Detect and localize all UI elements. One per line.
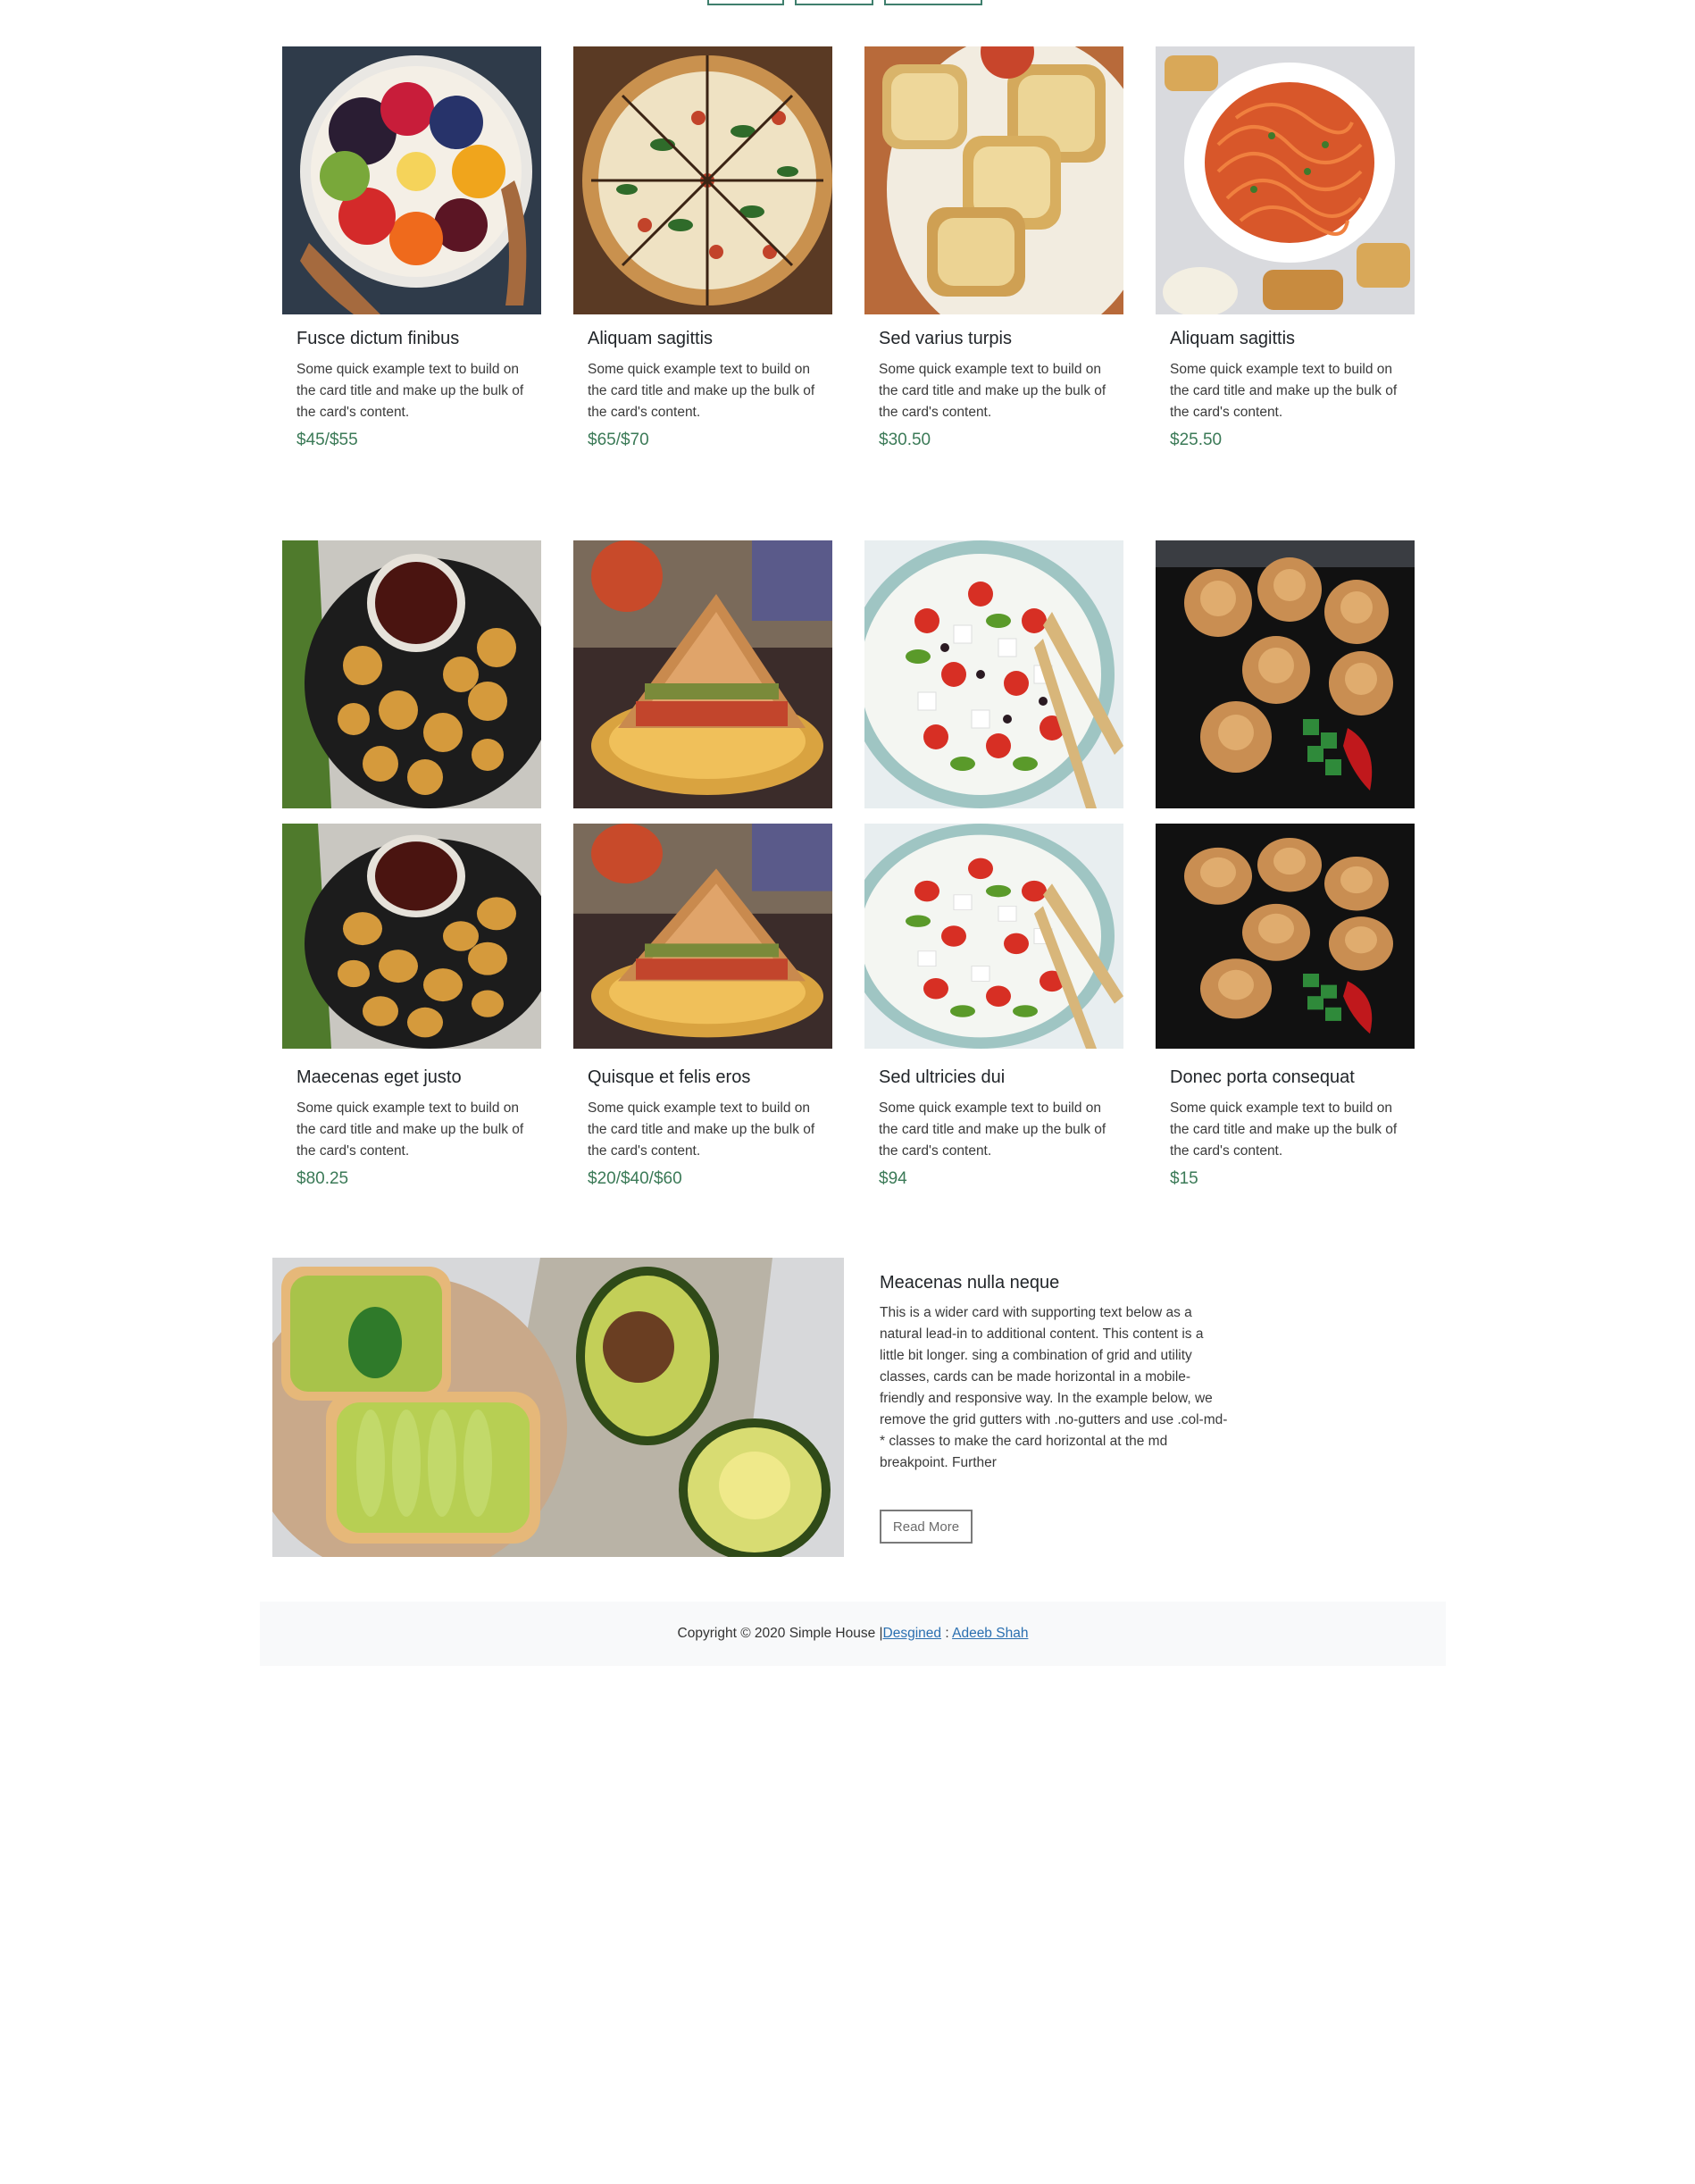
menu-card[interactable]: Sed varius turpis Some quick example tex… xyxy=(864,46,1123,466)
chicken-nuggets-image xyxy=(282,824,541,1049)
card-description: Some quick example text to build on the … xyxy=(1170,362,1398,420)
menu-card[interactable]: Maecenas eget justo Some quick example t… xyxy=(282,540,541,1201)
category-tab-3[interactable] xyxy=(884,0,982,5)
footer-copyright: Copyright © 2020 Simple House | xyxy=(677,1626,883,1641)
menu-card[interactable]: Donec porta consequat Some quick example… xyxy=(1156,540,1415,1201)
card-description: Some quick example text to build on the … xyxy=(879,362,1106,420)
greek-salad-image xyxy=(864,824,1123,1049)
wide-card-title: Meacenas nulla neque xyxy=(880,1273,1060,1293)
category-tab-1[interactable] xyxy=(707,0,784,5)
card-price: $25.50 xyxy=(1170,431,1223,449)
avocado-toast-image xyxy=(272,1258,844,1557)
category-tab-2[interactable] xyxy=(795,0,873,5)
spaghetti-image xyxy=(1156,46,1415,314)
card-description: Some quick example text to build on the … xyxy=(1170,1100,1398,1159)
card-description: Some quick example text to build on the … xyxy=(588,362,815,420)
sandwich-image xyxy=(573,824,832,1049)
momos-image xyxy=(1156,824,1415,1049)
sandwich-image xyxy=(573,540,832,808)
card-title: Sed ultricies dui xyxy=(879,1067,1006,1087)
card-price: $45/$55 xyxy=(296,431,358,449)
card-description: Some quick example text to build on the … xyxy=(879,1100,1106,1159)
read-more-button[interactable]: Read More xyxy=(880,1510,973,1544)
card-title: Maecenas eget justo xyxy=(296,1067,462,1087)
footer: Copyright © 2020 Simple House |Desgined … xyxy=(260,1602,1446,1666)
card-price: $20/$40/$60 xyxy=(588,1169,682,1188)
author-link[interactable]: Adeeb Shah xyxy=(952,1626,1028,1641)
menu-card[interactable]: Aliquam sagittis Some quick example text… xyxy=(1156,46,1415,466)
wide-card-text: This is a wider card with supporting tex… xyxy=(880,1305,1228,1470)
card-title: Donec porta consequat xyxy=(1170,1067,1355,1087)
page: Fusce dictum finibus Some quick example … xyxy=(0,0,1695,2184)
card-description: Some quick example text to build on the … xyxy=(296,362,524,420)
card-description: Some quick example text to build on the … xyxy=(588,1100,815,1159)
card-price: $94 xyxy=(879,1169,907,1188)
garlic-bread-image xyxy=(864,46,1123,314)
card-price: $15 xyxy=(1170,1169,1198,1188)
card-title: Quisque et felis eros xyxy=(588,1067,751,1087)
card-price: $30.50 xyxy=(879,431,931,449)
designed-link[interactable]: Desgined xyxy=(883,1626,942,1641)
card-title: Sed varius turpis xyxy=(879,329,1012,348)
footer-separator: : xyxy=(941,1626,953,1641)
card-title: Aliquam sagittis xyxy=(1170,329,1296,348)
menu-card[interactable]: Aliquam sagittis Some quick example text… xyxy=(573,46,832,466)
momos-image xyxy=(1156,540,1415,808)
pizza-image xyxy=(573,46,832,314)
chicken-nuggets-image xyxy=(282,540,541,808)
card-price: $80.25 xyxy=(296,1169,349,1188)
menu-card[interactable]: Sed ultricies dui Some quick example tex… xyxy=(864,540,1123,1201)
card-title: Fusce dictum finibus xyxy=(296,329,460,348)
greek-salad-image xyxy=(864,540,1123,808)
card-description: Some quick example text to build on the … xyxy=(296,1100,524,1159)
fruit-bowl-image xyxy=(282,46,541,314)
category-tabs xyxy=(0,0,1695,7)
menu-card[interactable]: Fusce dictum finibus Some quick example … xyxy=(282,46,541,466)
card-price: $65/$70 xyxy=(588,431,649,449)
card-title: Aliquam sagittis xyxy=(588,329,714,348)
menu-card[interactable]: Quisque et felis eros Some quick example… xyxy=(573,540,832,1201)
